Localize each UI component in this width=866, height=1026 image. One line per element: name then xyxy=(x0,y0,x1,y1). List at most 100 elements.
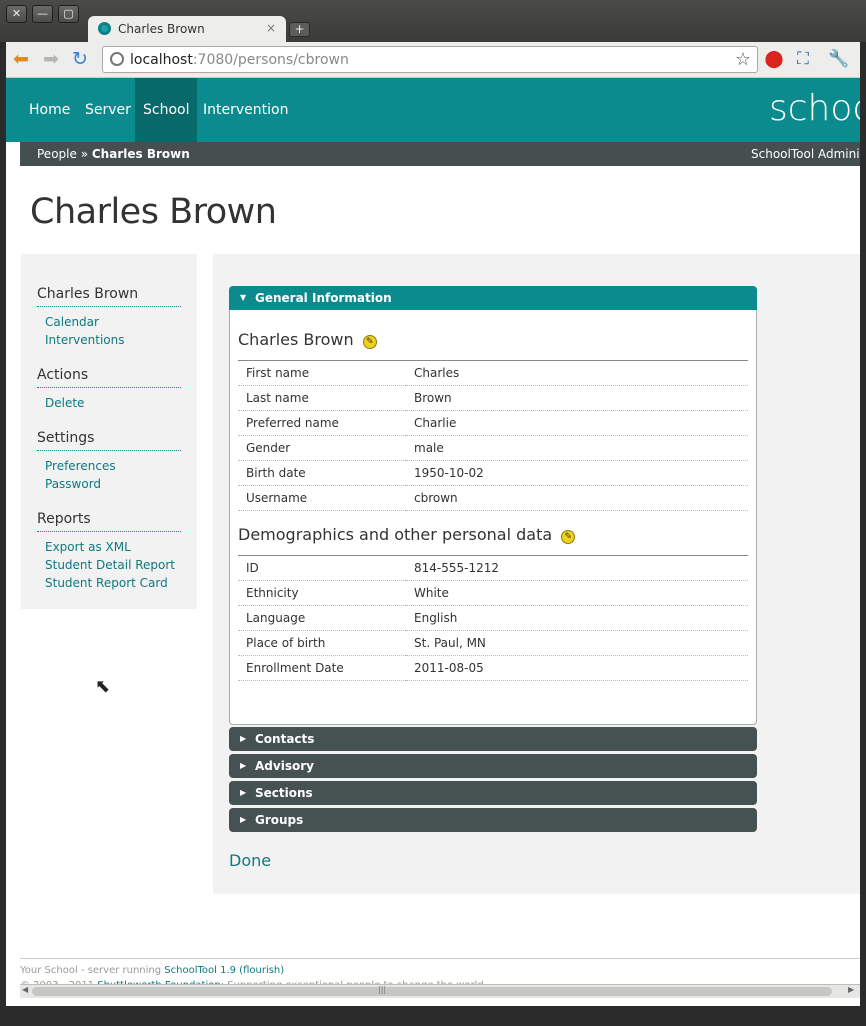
table-row: Username cbrown xyxy=(238,485,748,511)
schooltool-favicon-icon xyxy=(98,22,111,35)
sidebar-link-student-detail-report[interactable]: Student Detail Report xyxy=(45,556,181,574)
row-label: Ethnicity xyxy=(238,580,406,606)
page-viewport: Home Server School Intervention schoo Pe… xyxy=(6,78,860,1006)
horizontal-scrollbar[interactable]: ◀ ||| ▶ xyxy=(20,984,860,998)
sidebar-link-calendar[interactable]: Calendar xyxy=(45,313,181,331)
page-info-icon[interactable] xyxy=(110,52,124,66)
main-content: ▼ General Information Charles Brown ✎ Fi… xyxy=(213,254,860,894)
browser-tab[interactable]: Charles Brown × xyxy=(88,16,286,44)
row-label: Last name xyxy=(238,385,406,411)
row-label: Enrollment Date xyxy=(238,655,406,681)
row-value: St. Paul, MN xyxy=(406,630,748,656)
table-row: First name Charles xyxy=(238,360,748,386)
address-bar[interactable]: localhost:7080/persons/cbrown ☆ xyxy=(102,46,758,73)
person-section-title: Charles Brown ✎ xyxy=(238,330,748,360)
sidebar-link-student-report-card[interactable]: Student Report Card xyxy=(45,574,181,592)
collapsed-triangle-icon: ▶ xyxy=(240,788,247,797)
window-maximize-button[interactable]: ▢ xyxy=(58,5,79,23)
forward-arrow-icon[interactable]: ➡ xyxy=(40,48,62,70)
logged-in-user[interactable]: SchoolTool Administ xyxy=(751,142,860,166)
site-brand: schoo xyxy=(769,88,860,129)
scroll-left-arrow-icon[interactable]: ◀ xyxy=(22,985,28,994)
wrench-menu-icon[interactable]: 🔧 xyxy=(828,48,850,70)
breadcrumb-separator: » xyxy=(80,147,89,161)
row-label: Username xyxy=(238,485,406,511)
table-row: Preferred name Charlie xyxy=(238,410,748,436)
edit-pencil-icon[interactable]: ✎ xyxy=(561,530,576,544)
scrollbar-grip-icon: ||| xyxy=(378,985,387,994)
screen-capture-icon[interactable]: ⛶ xyxy=(792,48,814,70)
panel-title: General Information xyxy=(255,291,392,305)
scrollbar-thumb[interactable] xyxy=(32,987,832,996)
nav-school[interactable]: School xyxy=(135,78,198,142)
general-information-body: Charles Brown ✎ First name Charles Last n… xyxy=(229,310,757,725)
general-information-header[interactable]: ▼ General Information xyxy=(229,286,757,310)
table-row: Place of birth St. Paul, MN xyxy=(238,630,748,656)
advisory-header[interactable]: ▶ Advisory xyxy=(229,754,757,778)
table-row: Gender male xyxy=(238,435,748,461)
panel-title: Groups xyxy=(255,813,304,827)
sidebar-group-person: Charles Brown Calendar Interventions xyxy=(37,286,181,349)
row-value: 1950-10-02 xyxy=(406,460,748,486)
sidebar-group-title: Settings xyxy=(37,430,181,451)
groups-panel[interactable]: ▶ Groups xyxy=(229,808,757,832)
breadcrumb-trail: People » Charles Brown xyxy=(37,142,190,166)
row-value: cbrown xyxy=(406,485,748,511)
tab-close-button[interactable]: × xyxy=(266,21,276,35)
window-minimize-button[interactable]: — xyxy=(32,5,53,23)
collapsed-triangle-icon: ▶ xyxy=(240,734,247,743)
row-label: Place of birth xyxy=(238,630,406,656)
panel-title: Advisory xyxy=(255,759,314,773)
browser-toolbar: ⬅ ➡ ↻ localhost:7080/persons/cbrown ☆ ⬤ … xyxy=(6,42,860,78)
breadcrumb-people[interactable]: People xyxy=(37,147,77,161)
sidebar: Charles Brown Calendar Interventions Act… xyxy=(21,254,197,609)
sidebar-link-password[interactable]: Password xyxy=(45,475,181,493)
nav-intervention[interactable]: Intervention xyxy=(193,78,298,142)
scroll-right-arrow-icon[interactable]: ▶ xyxy=(848,985,854,994)
sidebar-link-interventions[interactable]: Interventions xyxy=(45,331,181,349)
row-value: 2011-08-05 xyxy=(406,655,748,681)
bookmark-star-icon[interactable]: ☆ xyxy=(735,49,751,70)
footer-text: Your School - server running xyxy=(20,965,165,976)
window-close-button[interactable]: ✕ xyxy=(6,5,27,23)
collapsed-triangle-icon: ▶ xyxy=(240,761,247,770)
done-link[interactable]: Done xyxy=(229,851,271,870)
row-label: First name xyxy=(238,360,406,386)
advisory-panel[interactable]: ▶ Advisory xyxy=(229,754,757,778)
demographics-section-title: Demographics and other personal data ✎ xyxy=(238,525,748,555)
sections-header[interactable]: ▶ Sections xyxy=(229,781,757,805)
row-value: White xyxy=(406,580,748,606)
back-arrow-icon[interactable]: ⬅ xyxy=(10,48,32,70)
sidebar-group-title: Actions xyxy=(37,367,181,388)
opera-extension-icon[interactable]: ⬤ xyxy=(763,48,785,70)
nav-server[interactable]: Server xyxy=(73,78,143,142)
sidebar-group-settings: Settings Preferences Password xyxy=(37,430,181,493)
row-value: Charles xyxy=(406,360,748,386)
new-tab-button[interactable]: + xyxy=(289,22,310,37)
row-label: Language xyxy=(238,605,406,631)
breadcrumb: People » Charles Brown SchoolTool Admini… xyxy=(20,142,860,166)
sidebar-link-preferences[interactable]: Preferences xyxy=(45,457,181,475)
sections-panel[interactable]: ▶ Sections xyxy=(229,781,757,805)
edit-pencil-icon[interactable]: ✎ xyxy=(362,335,377,349)
expanded-triangle-icon: ▼ xyxy=(240,293,247,302)
table-row: Ethnicity White xyxy=(238,580,748,606)
site-header: Home Server School Intervention schoo xyxy=(6,78,860,142)
row-value: male xyxy=(406,435,748,461)
table-row: Enrollment Date 2011-08-05 xyxy=(238,655,748,681)
contacts-panel[interactable]: ▶ Contacts xyxy=(229,727,757,751)
nav-home[interactable]: Home xyxy=(6,78,82,142)
table-row: Last name Brown xyxy=(238,385,748,411)
schooltool-version-link[interactable]: SchoolTool 1.9 (flourish) xyxy=(164,965,284,976)
table-row: Birth date 1950-10-02 xyxy=(238,460,748,486)
sidebar-link-delete[interactable]: Delete xyxy=(45,394,181,412)
sidebar-group-title: Reports xyxy=(37,511,181,532)
sidebar-link-export-xml[interactable]: Export as XML xyxy=(45,538,181,556)
window-titlebar: ✕ — ▢ Charles Brown × + xyxy=(0,0,866,44)
row-value: English xyxy=(406,605,748,631)
contacts-header[interactable]: ▶ Contacts xyxy=(229,727,757,751)
table-row: Language English xyxy=(238,605,748,631)
row-label: Preferred name xyxy=(238,410,406,436)
reload-icon[interactable]: ↻ xyxy=(69,48,91,70)
groups-header[interactable]: ▶ Groups xyxy=(229,808,757,832)
